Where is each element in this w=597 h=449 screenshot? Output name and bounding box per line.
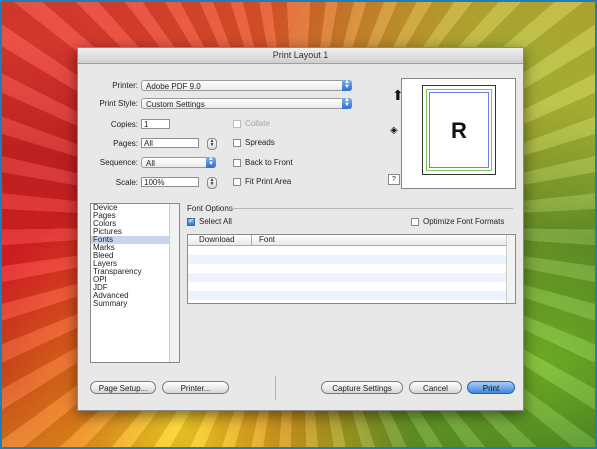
table-row <box>188 273 515 282</box>
popup-arrows-icon: ▲ ▼ <box>342 97 352 109</box>
checkbox-box <box>233 119 241 128</box>
back-to-front-checkbox[interactable]: Back to Front <box>233 158 293 168</box>
category-items: Device Pages Colors Pictures Fonts Marks Bleed… <box>91 204 179 308</box>
collate-label: Collate <box>245 119 270 128</box>
printer-value: Adobe PDF 9.0 <box>146 82 201 91</box>
page-setup-button[interactable]: Page Setup... <box>90 381 156 394</box>
select-all-label: Select All <box>199 217 232 226</box>
sequence-label: Sequence: <box>99 158 138 167</box>
table-row <box>188 264 515 273</box>
table-row <box>188 255 515 264</box>
font-table[interactable]: Download Font <box>187 234 516 304</box>
pages-field[interactable]: All <box>141 138 199 148</box>
table-row <box>188 291 515 300</box>
font-table-scrollbar[interactable] <box>506 235 515 303</box>
paper-orientation-icon: ◈ <box>390 125 398 136</box>
print-dialog: Print Layout 1 Printer: Adobe PDF 9.0 ▲ ▼… <box>77 47 524 411</box>
back-to-front-label: Back to Front <box>245 158 293 167</box>
checkbox-box <box>233 138 241 147</box>
pages-label: Pages: <box>113 139 138 148</box>
spreads-label: Spreads <box>245 138 275 147</box>
font-options-heading: Font Options <box>187 204 233 213</box>
copies-field[interactable]: 1 <box>141 119 170 129</box>
print-button[interactable]: Print <box>467 381 515 394</box>
category-list[interactable]: Device Pages Colors Pictures Fonts Marks Bleed… <box>90 203 180 363</box>
print-style-value: Custom Settings <box>146 100 205 109</box>
popup-arrows-icon: ▲ ▼ <box>342 79 352 91</box>
print-style-select[interactable]: Custom Settings ▲ ▼ <box>141 97 352 109</box>
page-preview: R <box>401 78 516 189</box>
checkbox-box <box>411 217 419 226</box>
preview-page: R <box>422 85 496 175</box>
optimize-font-formats-label: Optimize Font Formats <box>423 217 505 226</box>
print-style-label: Print Style: <box>99 99 138 108</box>
scale-label: Scale: <box>115 178 138 187</box>
preview-letter: R <box>451 118 467 143</box>
table-row <box>188 282 515 291</box>
popup-arrows-icon: ▲ ▼ <box>206 156 216 168</box>
column-font[interactable]: Font <box>259 235 275 245</box>
collate-checkbox[interactable]: Collate <box>233 119 270 129</box>
dialog-title: Print Layout 1 <box>78 48 523 64</box>
printer-label: Printer: <box>112 81 138 90</box>
sequence-select[interactable]: All ▲ ▼ <box>141 156 216 168</box>
capture-settings-button[interactable]: Capture Settings <box>321 381 403 394</box>
checkmark-icon: ✓ <box>187 217 195 226</box>
optimize-font-formats-checkbox[interactable]: Optimize Font Formats <box>411 217 504 227</box>
group-divider <box>230 208 513 209</box>
scale-field[interactable]: 100% <box>141 177 199 187</box>
button-divider <box>275 376 276 400</box>
checkbox-box <box>233 177 241 186</box>
select-all-checkbox[interactable]: ✓ Select All <box>187 217 232 227</box>
font-table-header: Download Font <box>188 235 515 246</box>
help-button[interactable]: ? <box>388 174 400 185</box>
category-item-summary[interactable]: Summary <box>91 300 179 308</box>
pages-stepper[interactable]: ▲ ▼ <box>207 138 217 150</box>
printer-select[interactable]: Adobe PDF 9.0 ▲ ▼ <box>141 79 352 91</box>
column-divider <box>251 235 252 245</box>
fit-print-area-label: Fit Print Area <box>245 177 292 186</box>
sequence-value: All <box>146 159 155 168</box>
cancel-button[interactable]: Cancel <box>409 381 462 394</box>
category-scrollbar[interactable] <box>169 204 179 362</box>
spreads-checkbox[interactable]: Spreads <box>233 138 275 148</box>
checkbox-box <box>233 158 241 167</box>
copies-label: Copies: <box>110 120 138 129</box>
column-download[interactable]: Download <box>199 235 235 245</box>
printer-button[interactable]: Printer... <box>162 381 229 394</box>
fit-print-area-checkbox[interactable]: Fit Print Area <box>233 177 291 187</box>
table-row <box>188 246 515 255</box>
scale-stepper[interactable]: ▲ ▼ <box>207 177 217 189</box>
